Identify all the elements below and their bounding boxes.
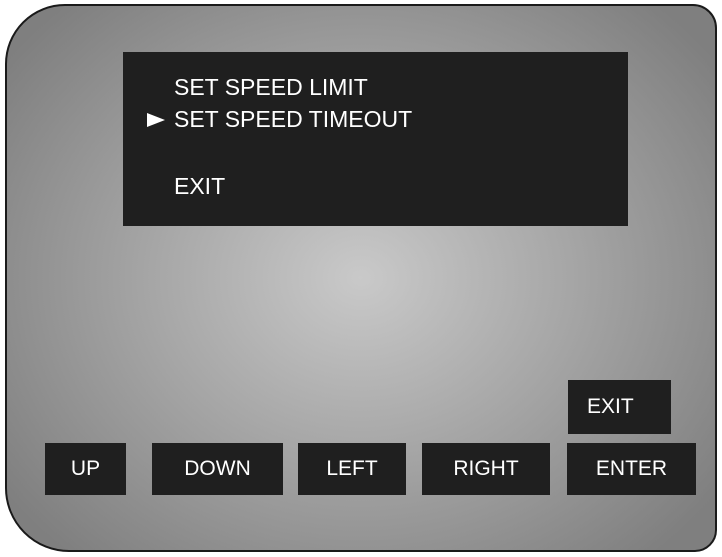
left-button-label: LEFT [326,457,378,480]
left-button[interactable]: LEFT [298,443,406,495]
down-button-label: DOWN [184,457,251,480]
menu-item-exit[interactable]: EXIT [174,173,225,199]
selector-arrow-icon [147,113,165,127]
enter-button-label: ENTER [595,457,668,480]
right-button[interactable]: RIGHT [422,443,550,495]
up-button-label: UP [70,457,101,480]
control-panel: SET SPEED LIMIT SET SPEED TIMEOUT EXIT E… [5,4,717,552]
menu-item-label: SET SPEED TIMEOUT [174,106,413,132]
menu-item-label: EXIT [174,173,226,199]
menu-item-set-speed-limit[interactable]: SET SPEED LIMIT [174,74,368,100]
exit-button[interactable]: EXIT [568,380,671,434]
enter-button[interactable]: ENTER [567,443,696,495]
up-button[interactable]: UP [45,443,126,495]
menu-item-set-speed-timeout[interactable]: SET SPEED TIMEOUT [174,106,412,132]
display-screen: SET SPEED LIMIT SET SPEED TIMEOUT EXIT [123,52,628,226]
down-button[interactable]: DOWN [152,443,283,495]
menu-item-label: SET SPEED LIMIT [174,74,368,100]
right-button-label: RIGHT [453,457,519,480]
exit-button-label: EXIT [587,395,634,418]
